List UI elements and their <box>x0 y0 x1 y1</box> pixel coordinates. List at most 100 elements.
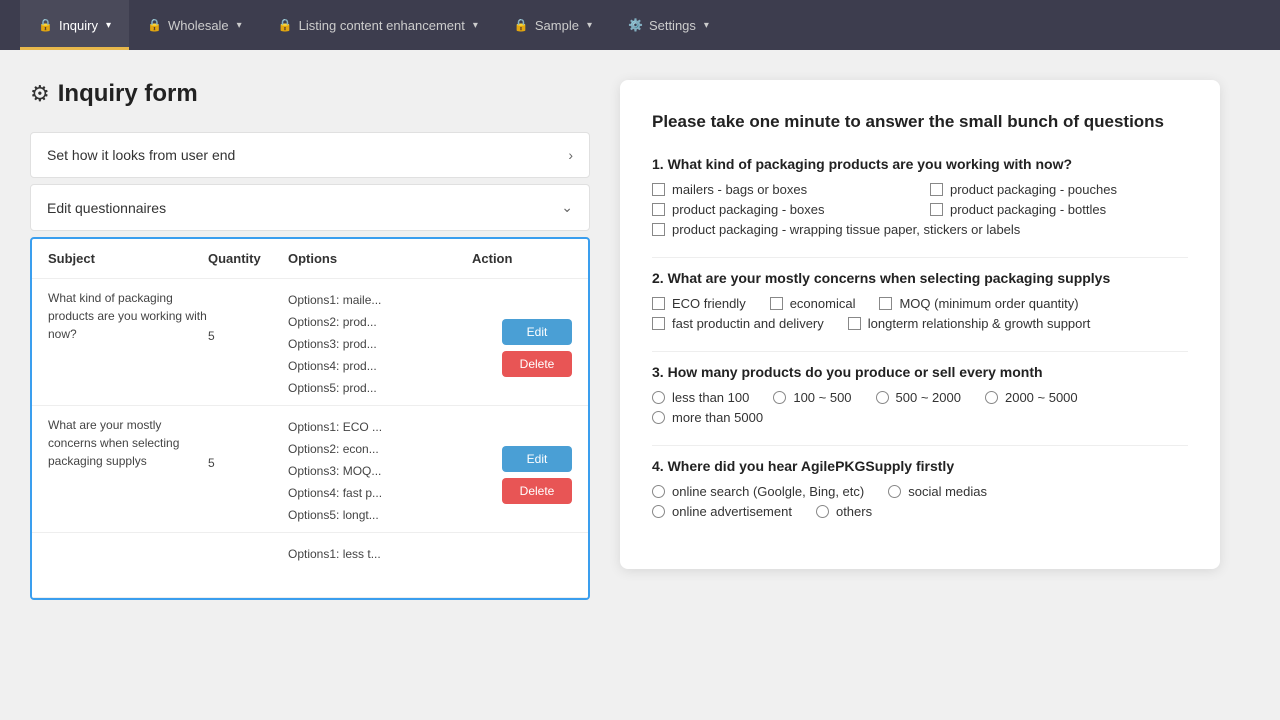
quantity-cell-1: 5 <box>208 289 288 343</box>
checkbox-q1-5[interactable] <box>652 223 665 236</box>
checkbox-q2-5[interactable] <box>848 317 861 330</box>
option-2-5: Options5: longt... <box>288 508 472 522</box>
q4-options-row1: online search (Goolgle, Bing, etc) socia… <box>652 484 1188 499</box>
radio-q3-1[interactable] <box>652 391 665 404</box>
nav-label-wholesale: Wholesale <box>168 18 229 33</box>
nav-item-sample[interactable]: 🔒 Sample ▾ <box>496 0 610 50</box>
q2-opt4[interactable]: fast productin and delivery <box>652 316 824 331</box>
nav-item-wholesale[interactable]: 🔒 Wholesale ▾ <box>129 0 260 50</box>
set-looks-chevron: › <box>568 147 573 163</box>
question-label-3: 3. How many products do you produce or s… <box>652 364 1188 380</box>
col-options: Options <box>288 251 472 266</box>
chevron-settings: ▾ <box>704 20 709 31</box>
chevron-wholesale: ▾ <box>237 20 242 31</box>
checkbox-q1-4[interactable] <box>930 203 943 216</box>
q2-opt3[interactable]: MOQ (minimum order quantity) <box>879 296 1078 311</box>
chevron-inquiry: ▾ <box>106 20 111 31</box>
question-label-4: 4. Where did you hear AgilePKGSupply fir… <box>652 458 1188 474</box>
options-cell-2: Options1: ECO ... Options2: econ... Opti… <box>288 416 472 522</box>
option-1-3: Options3: prod... <box>288 337 472 351</box>
preview-card: Please take one minute to answer the sma… <box>620 80 1220 569</box>
q4-text: Where did you hear AgilePKGSupply firstl… <box>668 458 955 474</box>
subject-cell-1: What kind of packaging products are you … <box>48 289 208 343</box>
radio-q4-3[interactable] <box>652 505 665 518</box>
nav-item-listing[interactable]: 🔒 Listing content enhancement ▾ <box>260 0 496 50</box>
radio-q4-4[interactable] <box>816 505 829 518</box>
q3-opt4[interactable]: 2000 ~ 5000 <box>985 390 1078 405</box>
edit-button-1[interactable]: Edit <box>502 319 572 345</box>
q1-opt5[interactable]: product packaging - wrapping tissue pape… <box>652 222 1020 237</box>
q2-opt1[interactable]: ECO friendly <box>652 296 746 311</box>
q3-options-row2: more than 5000 <box>652 410 1188 425</box>
q3-number: 3. <box>652 364 664 380</box>
quantity-cell-3 <box>208 543 288 583</box>
q3-opt2[interactable]: 100 ~ 500 <box>773 390 851 405</box>
radio-q3-2[interactable] <box>773 391 786 404</box>
radio-q3-5[interactable] <box>652 411 665 424</box>
q3-options-row1: less than 100 100 ~ 500 500 ~ 2000 2000 … <box>652 390 1188 405</box>
edit-questionnaires-header[interactable]: Edit questionnaires ⌄ <box>31 185 589 230</box>
lock-icon-wholesale: 🔒 <box>147 18 162 32</box>
q3-text: How many products do you produce or sell… <box>668 364 1043 380</box>
table-row: Options1: less t... <box>32 533 588 598</box>
checkbox-q2-1[interactable] <box>652 297 665 310</box>
q4-opt2[interactable]: social medias <box>888 484 987 499</box>
options-cell-1: Options1: maile... Options2: prod... Opt… <box>288 289 472 395</box>
action-cell-3 <box>472 543 572 573</box>
q3-opt5[interactable]: more than 5000 <box>652 410 763 425</box>
checkbox-q2-3[interactable] <box>879 297 892 310</box>
checkbox-q1-2[interactable] <box>930 183 943 196</box>
lock-icon-listing: 🔒 <box>278 18 293 32</box>
q1-opt3[interactable]: product packaging - boxes <box>652 202 910 217</box>
question-block-3: 3. How many products do you produce or s… <box>652 364 1188 425</box>
nav-label-inquiry: Inquiry <box>59 18 98 33</box>
table-header: Subject Quantity Options Action <box>32 239 588 279</box>
question-block-2: 2. What are your mostly concerns when se… <box>652 270 1188 331</box>
option-1-5: Options5: prod... <box>288 381 472 395</box>
radio-q3-4[interactable] <box>985 391 998 404</box>
option-1-4: Options4: prod... <box>288 359 472 373</box>
q4-opt3[interactable]: online advertisement <box>652 504 792 519</box>
delete-button-1[interactable]: Delete <box>502 351 572 377</box>
radio-q4-1[interactable] <box>652 485 665 498</box>
q2-opt2[interactable]: economical <box>770 296 856 311</box>
set-looks-accordion: Set how it looks from user end › <box>30 132 590 178</box>
q1-number: 1. <box>652 156 664 172</box>
q2-options: ECO friendly economical MOQ (minimum ord… <box>652 296 1188 331</box>
col-subject: Subject <box>48 251 208 266</box>
divider-2 <box>652 351 1188 352</box>
checkbox-q2-2[interactable] <box>770 297 783 310</box>
page-title: Inquiry form <box>58 80 198 108</box>
nav-label-settings: Settings <box>649 18 696 33</box>
options-cell-3: Options1: less t... <box>288 543 472 561</box>
radio-q4-2[interactable] <box>888 485 901 498</box>
q1-options-row2: product packaging - boxes product packag… <box>652 202 1188 217</box>
option-2-3: Options3: MOQ... <box>288 464 472 478</box>
preview-title: Please take one minute to answer the sma… <box>652 110 1188 134</box>
question-block-1: 1. What kind of packaging products are y… <box>652 156 1188 237</box>
q1-opt4[interactable]: product packaging - bottles <box>930 202 1188 217</box>
q2-options-row1: ECO friendly economical MOQ (minimum ord… <box>652 296 1188 311</box>
action-cell-1: Edit Delete <box>472 289 572 377</box>
q3-opt3[interactable]: 500 ~ 2000 <box>876 390 961 405</box>
q4-opt4[interactable]: others <box>816 504 872 519</box>
q3-opt1[interactable]: less than 100 <box>652 390 749 405</box>
page-title-row: ⚙ Inquiry form <box>30 80 590 108</box>
q1-opt1[interactable]: mailers - bags or boxes <box>652 182 910 197</box>
checkbox-q2-4[interactable] <box>652 317 665 330</box>
checkbox-q1-1[interactable] <box>652 183 665 196</box>
edit-questionnaires-accordion: Edit questionnaires ⌄ <box>30 184 590 231</box>
chevron-listing: ▾ <box>473 20 478 31</box>
question-block-4: 4. Where did you hear AgilePKGSupply fir… <box>652 458 1188 519</box>
main-layout: ⚙ Inquiry form Set how it looks from use… <box>0 50 1280 720</box>
delete-button-2[interactable]: Delete <box>502 478 572 504</box>
edit-button-2[interactable]: Edit <box>502 446 572 472</box>
q2-opt5[interactable]: longterm relationship & growth support <box>848 316 1091 331</box>
q1-opt2[interactable]: product packaging - pouches <box>930 182 1188 197</box>
nav-item-settings[interactable]: ⚙️ Settings ▾ <box>610 0 727 50</box>
radio-q3-3[interactable] <box>876 391 889 404</box>
nav-item-inquiry[interactable]: 🔒 Inquiry ▾ <box>20 0 129 50</box>
q4-opt1[interactable]: online search (Goolgle, Bing, etc) <box>652 484 864 499</box>
checkbox-q1-3[interactable] <box>652 203 665 216</box>
set-looks-header[interactable]: Set how it looks from user end › <box>31 133 589 177</box>
